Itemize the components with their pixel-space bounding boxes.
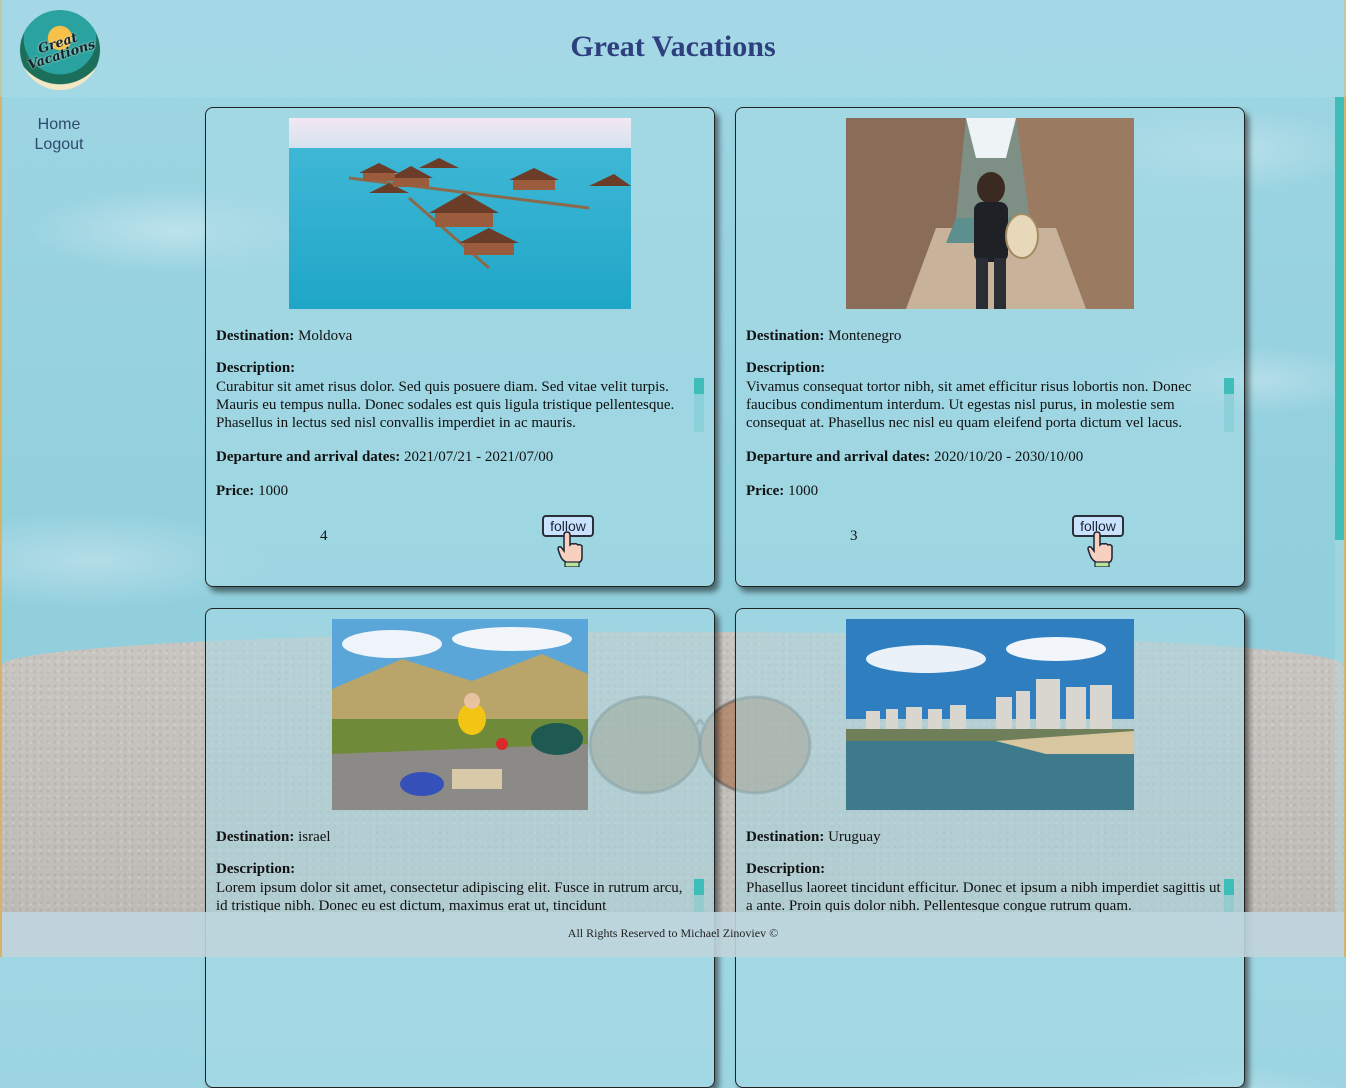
destination-value: Moldova [298, 328, 353, 344]
dates-field: Departure and arrival dates: 2021/07/21 … [216, 448, 553, 466]
description-label: Description: [746, 861, 826, 877]
destination-value: Montenegro [828, 328, 902, 344]
nav-logout-link[interactable]: Logout [0, 135, 118, 173]
dates-field: Departure and arrival dates: 2020/10/20 … [746, 448, 1083, 466]
pointing-hand-icon [1087, 531, 1113, 567]
dates-value: 2021/07/21 - 2021/07/00 [404, 449, 554, 465]
nav-home-link[interactable]: Home [0, 97, 118, 135]
dates-label: Departure and arrival dates: [216, 449, 401, 465]
vacation-card: Destination: Montenegro Description: Viv… [735, 107, 1245, 587]
destination-field: Destination: Uruguay [746, 828, 881, 846]
destination-value: Uruguay [828, 829, 881, 845]
price-value: 1000 [788, 483, 819, 499]
follow-button[interactable]: follow [1072, 515, 1124, 567]
price-label: Price: [746, 483, 785, 499]
pointing-hand-icon [557, 531, 583, 567]
description-scrollbar-thumb[interactable] [694, 378, 704, 394]
overwater-bungalows-image [289, 118, 631, 309]
description-label: Description: [216, 861, 296, 877]
destination-label: Destination: [746, 829, 825, 845]
description-label: Description: [216, 360, 296, 376]
coastal-city-image [846, 619, 1134, 810]
price-field: Price: 1000 [216, 482, 288, 500]
page-title: Great Vacations [570, 30, 776, 63]
footer-copyright: All Rights Reserved to Michael Zinoviev … [567, 926, 779, 940]
dates-value: 2020/10/20 - 2030/10/00 [934, 449, 1084, 465]
destination-field: Destination: israel [216, 828, 331, 846]
destination-label: Destination: [216, 829, 295, 845]
vacation-card: Destination: Moldova Description: Curabi… [205, 107, 715, 587]
destination-value: israel [298, 829, 331, 845]
description-text[interactable]: Curabitur sit amet risus dolor. Sed quis… [216, 378, 692, 432]
canyon-hiker-image [846, 118, 1134, 309]
description-label: Description: [746, 360, 826, 376]
vacation-card: Destination: Uruguay Description: Phasel… [735, 608, 1245, 1088]
site-footer: All Rights Reserved to Michael Zinoviev … [2, 912, 1344, 957]
destination-label: Destination: [746, 328, 825, 344]
follow-button[interactable]: follow [542, 515, 594, 567]
desert-picnic-image [332, 619, 588, 810]
description-scrollbar-thumb[interactable] [694, 879, 704, 895]
description-scrollbar-thumb[interactable] [1224, 378, 1234, 394]
followers-count: 4 [320, 528, 328, 544]
description-text[interactable]: Vivamus consequat tortor nibh, sit amet … [746, 378, 1222, 432]
price-label: Price: [216, 483, 255, 499]
destination-field: Destination: Moldova [216, 327, 352, 345]
price-value: 1000 [258, 483, 289, 499]
description-scrollbar-thumb[interactable] [1224, 879, 1234, 895]
page-scrollbar-thumb[interactable] [1335, 97, 1344, 540]
followers-count: 3 [850, 528, 858, 544]
site-header: Great Vacations Great Vacations [0, 0, 1346, 97]
destination-label: Destination: [216, 328, 295, 344]
dates-label: Departure and arrival dates: [746, 449, 931, 465]
price-field: Price: 1000 [746, 482, 818, 500]
sidebar-nav: Home Logout [0, 97, 118, 173]
vacation-card: Destination: israel Description: Lorem i… [205, 608, 715, 1088]
destination-field: Destination: Montenegro [746, 327, 901, 345]
